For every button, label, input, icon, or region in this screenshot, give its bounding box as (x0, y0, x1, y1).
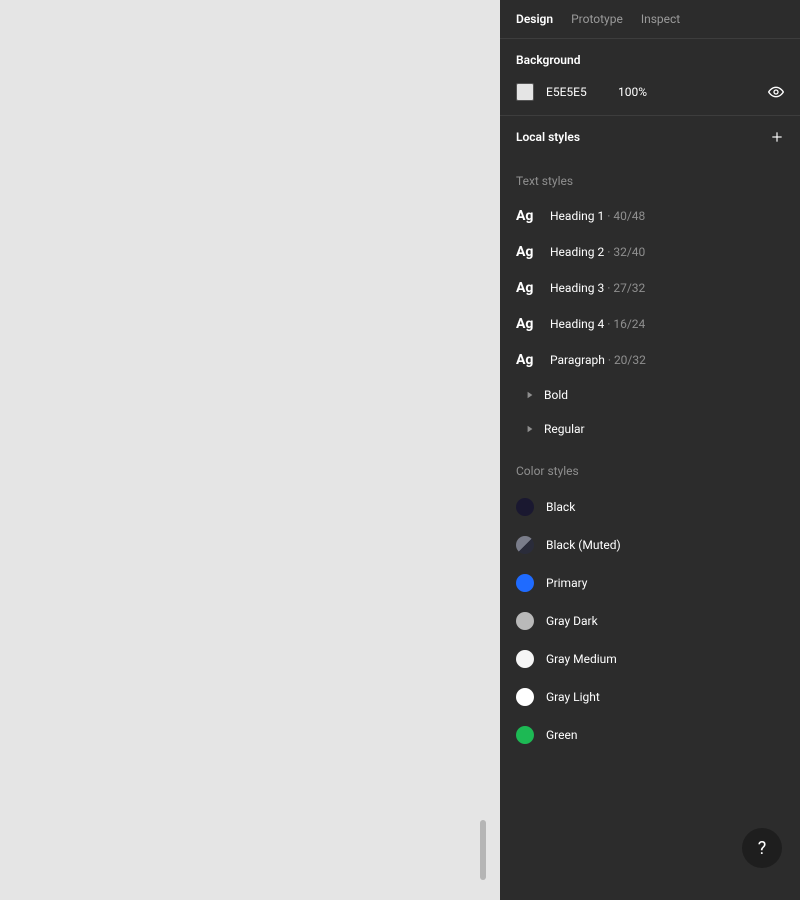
background-swatch[interactable] (516, 83, 534, 101)
color-styles-heading: Color styles (516, 464, 784, 478)
text-style-child-label: Bold (544, 388, 568, 402)
text-style-child-row[interactable]: Bold (516, 378, 784, 412)
color-style-label: Green (546, 728, 577, 742)
color-swatch (516, 574, 534, 592)
color-style-row[interactable]: Gray Light (516, 678, 784, 716)
inspector-panel: Design Prototype Inspect Background E5E5… (500, 0, 800, 900)
color-style-row[interactable]: Green (516, 716, 784, 754)
tab-design[interactable]: Design (516, 12, 553, 26)
text-style-row[interactable]: Ag Heading 1 · 40/48 (516, 198, 784, 234)
color-style-label: Gray Medium (546, 652, 617, 666)
text-style-meta: · 16/24 (607, 317, 645, 331)
text-style-name: Paragraph (550, 353, 605, 367)
text-style-meta: · 32/40 (607, 245, 645, 259)
color-style-label: Primary (546, 576, 587, 590)
color-style-row[interactable]: Black (516, 488, 784, 526)
color-swatch (516, 536, 534, 554)
background-hex-input[interactable]: E5E5E5 (546, 85, 606, 99)
color-swatch (516, 650, 534, 668)
styles-body: Text styles Ag Heading 1 · 40/48 Ag Heading… (500, 144, 800, 794)
panel-tabs: Design Prototype Inspect (500, 0, 800, 39)
color-swatch (516, 726, 534, 744)
chevron-right-icon (526, 425, 534, 433)
help-icon: ? (758, 838, 767, 859)
ag-icon: Ag (516, 280, 538, 296)
text-style-row[interactable]: Ag Heading 2 · 32/40 (516, 234, 784, 270)
color-style-row[interactable]: Black (Muted) (516, 526, 784, 564)
color-swatch (516, 688, 534, 706)
canvas-scrollbar[interactable] (480, 820, 486, 880)
color-style-label: Black (Muted) (546, 538, 621, 552)
local-styles-title: Local styles (516, 130, 580, 144)
color-swatch (516, 612, 534, 630)
chevron-right-icon (526, 391, 534, 399)
color-style-label: Black (546, 500, 575, 514)
canvas-area[interactable] (0, 0, 500, 900)
text-style-meta: · 27/32 (607, 281, 645, 295)
text-style-name: Heading 2 (550, 245, 604, 259)
color-style-label: Gray Light (546, 690, 600, 704)
tab-prototype[interactable]: Prototype (571, 12, 623, 26)
text-style-meta: · 20/32 (608, 353, 646, 367)
text-style-child-row[interactable]: Regular (516, 412, 784, 446)
text-styles-heading: Text styles (516, 174, 784, 188)
text-style-row[interactable]: Ag Paragraph · 20/32 (516, 342, 784, 378)
ag-icon: Ag (516, 208, 538, 224)
add-style-icon[interactable] (770, 130, 784, 144)
color-style-row[interactable]: Primary (516, 564, 784, 602)
text-style-name: Heading 3 (550, 281, 604, 295)
text-style-row[interactable]: Ag Heading 3 · 27/32 (516, 270, 784, 306)
background-fill-row[interactable]: E5E5E5 100% (516, 83, 784, 101)
color-style-label: Gray Dark (546, 614, 598, 628)
text-style-meta: · 40/48 (607, 209, 645, 223)
tab-inspect[interactable]: Inspect (641, 12, 680, 26)
background-section: Background E5E5E5 100% (500, 39, 800, 116)
background-opacity-input[interactable]: 100% (618, 85, 668, 99)
color-style-row[interactable]: Gray Medium (516, 640, 784, 678)
text-style-row[interactable]: Ag Heading 4 · 16/24 (516, 306, 784, 342)
help-button[interactable]: ? (742, 828, 782, 868)
text-style-child-label: Regular (544, 422, 585, 436)
text-style-name: Heading 1 (550, 209, 604, 223)
background-title: Background (516, 53, 784, 67)
color-style-row[interactable]: Gray Dark (516, 602, 784, 640)
text-style-name: Heading 4 (550, 317, 604, 331)
ag-icon: Ag (516, 244, 538, 260)
ag-icon: Ag (516, 352, 538, 368)
visibility-toggle-icon[interactable] (768, 84, 784, 100)
local-styles-section: Local styles (500, 116, 800, 144)
color-swatch (516, 498, 534, 516)
ag-icon: Ag (516, 316, 538, 332)
